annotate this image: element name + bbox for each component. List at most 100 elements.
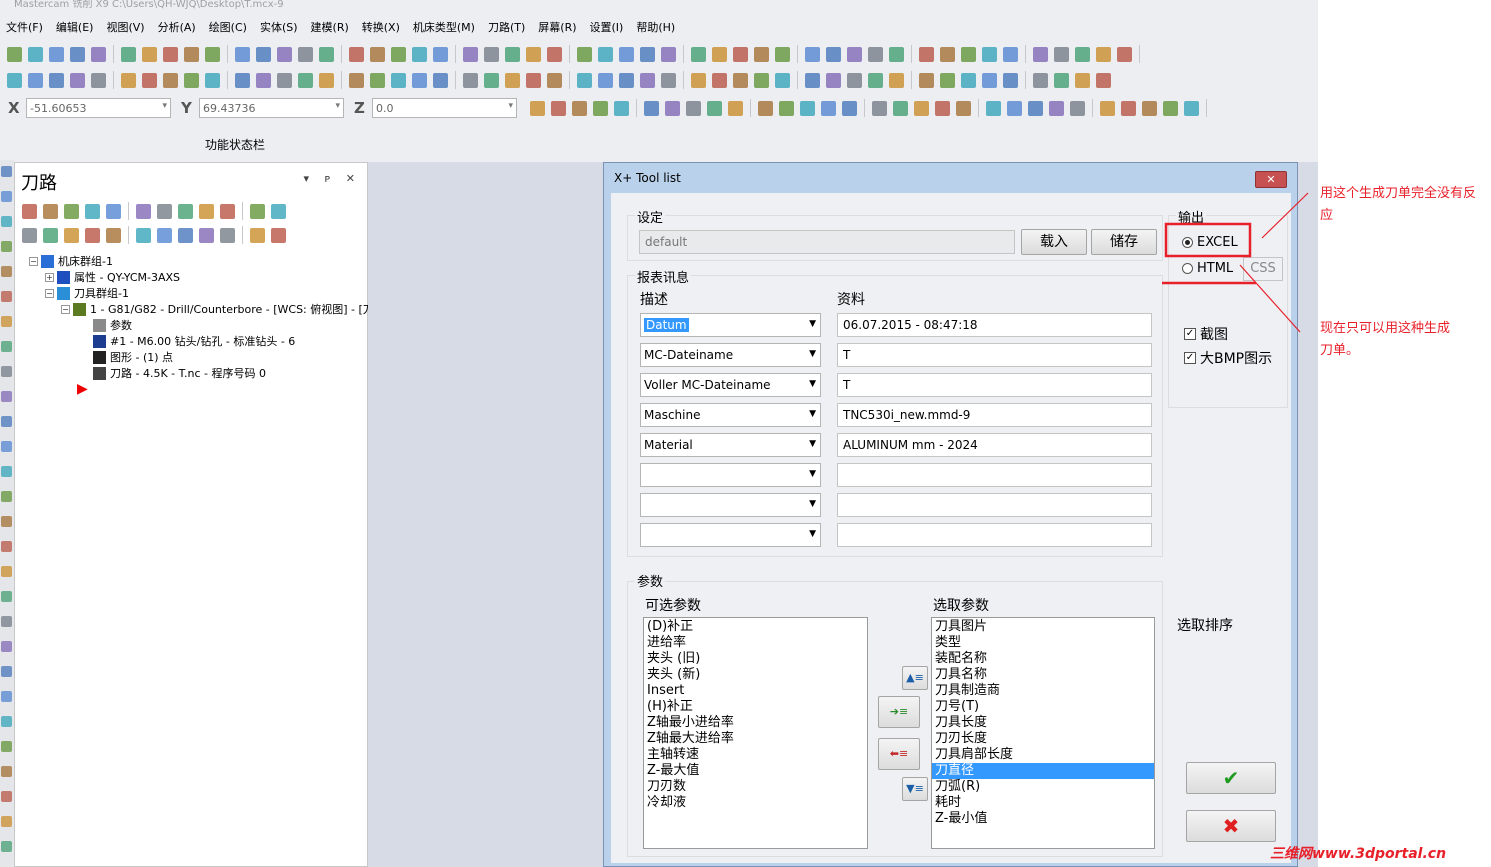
report-desc-combo[interactable]: ▼ — [640, 493, 821, 517]
toolbar-tool-icon[interactable] — [256, 72, 271, 88]
tree-node[interactable]: 图形 - (1) 点 — [93, 349, 173, 365]
list-item[interactable]: (D)补正 — [647, 619, 864, 635]
list-item[interactable]: 刀号(T) — [935, 699, 1151, 715]
left-tool-icon[interactable] — [1, 491, 12, 502]
toolbar-tool-icon[interactable] — [940, 72, 955, 88]
toolbar-tool-icon[interactable] — [178, 227, 193, 243]
toolbar-tool-icon[interactable] — [85, 203, 100, 219]
toolbar-tool-icon[interactable] — [178, 203, 193, 219]
toolbar-tool-icon[interactable] — [686, 100, 701, 116]
list-item[interactable]: 刀具制造商 — [935, 683, 1151, 699]
toolbar-tool-icon[interactable] — [847, 72, 862, 88]
move-down-button[interactable]: ▼≡ — [902, 777, 928, 801]
toolbar-tool-icon[interactable] — [1075, 72, 1090, 88]
list-item[interactable]: 主轴转速 — [647, 747, 864, 763]
left-tool-icon[interactable] — [1, 616, 12, 627]
toolbar-tool-icon[interactable] — [712, 72, 727, 88]
toolbar-tool-icon[interactable] — [821, 100, 836, 116]
toolbar-tool-icon[interactable] — [250, 227, 265, 243]
list-item[interactable]: 刀具长度 — [935, 715, 1151, 731]
toolbar-tool-icon[interactable] — [205, 46, 220, 62]
left-tool-icon[interactable] — [1, 341, 12, 352]
toolbar-tool-icon[interactable] — [800, 100, 815, 116]
report-data-field[interactable]: 06.07.2015 - 08:47:18 — [837, 313, 1152, 337]
tree-node[interactable]: 刀路 - 4.5K - T.nc - 程序号码 0 — [93, 365, 266, 381]
list-item[interactable]: 刀刃长度 — [935, 731, 1151, 747]
toolbar-tool-icon[interactable] — [142, 72, 157, 88]
toolbar-tool-icon[interactable] — [614, 100, 629, 116]
toolbar-tool-icon[interactable] — [106, 203, 121, 219]
toolbar-tool-icon[interactable] — [893, 100, 908, 116]
toolbar-tool-icon[interactable] — [157, 227, 172, 243]
toolbar-tool-icon[interactable] — [199, 227, 214, 243]
toolbar-tool-icon[interactable] — [526, 46, 541, 62]
list-item[interactable]: Insert — [647, 683, 864, 699]
menu-item-6[interactable]: 建模(R) — [311, 19, 349, 35]
toolbar-tool-icon[interactable] — [205, 72, 220, 88]
left-tool-icon[interactable] — [1, 841, 12, 852]
dialog-close-button[interactable]: ✕ — [1255, 171, 1287, 188]
toolbar-tool-icon[interactable] — [775, 72, 790, 88]
report-desc-combo[interactable]: MC-Dateiname ▼ — [640, 343, 821, 367]
report-data-field[interactable]: TNC530i_new.mmd-9 — [837, 403, 1152, 427]
toolbar-tool-icon[interactable] — [712, 46, 727, 62]
toolbar-tool-icon[interactable] — [7, 46, 22, 62]
toolbar-tool-icon[interactable] — [64, 227, 79, 243]
toolbar-tool-icon[interactable] — [572, 100, 587, 116]
toolbar-tool-icon[interactable] — [271, 227, 286, 243]
move-up-button[interactable]: ▲≡ — [902, 666, 928, 690]
toolbar-tool-icon[interactable] — [982, 46, 997, 62]
menu-item-3[interactable]: 分析(A) — [158, 19, 196, 35]
toolbar-tool-icon[interactable] — [826, 46, 841, 62]
toolbar-tool-icon[interactable] — [199, 203, 214, 219]
tree-node[interactable]: #1 - M6.00 钻头/钻孔 - 标准钻头 - 6 — [93, 333, 295, 349]
expand-icon[interactable]: − — [29, 256, 38, 266]
list-item[interactable]: 刀弧(R) — [935, 779, 1151, 795]
toolbar-tool-icon[interactable] — [136, 227, 151, 243]
toolbar-tool-icon[interactable] — [1003, 46, 1018, 62]
toolbar-tool-icon[interactable] — [163, 72, 178, 88]
toolbar-tool-icon[interactable] — [22, 203, 37, 219]
report-desc-combo[interactable]: Datum ▼ — [640, 313, 821, 337]
toolbar-tool-icon[interactable] — [619, 46, 634, 62]
expand-icon[interactable]: − — [61, 304, 70, 314]
tree-node[interactable]: − 刀具群组-1 — [45, 285, 129, 301]
list-item[interactable]: 刀具名称 — [935, 667, 1151, 683]
toolbar-tool-icon[interactable] — [733, 46, 748, 62]
toolbar-tool-icon[interactable] — [754, 46, 769, 62]
toolbar-tool-icon[interactable] — [986, 100, 1001, 116]
toolbar-tool-icon[interactable] — [577, 72, 592, 88]
toolbar-tool-icon[interactable] — [754, 72, 769, 88]
list-item[interactable]: Z-最大值 — [647, 763, 864, 779]
toolbar-tool-icon[interactable] — [805, 46, 820, 62]
list-item[interactable]: 冷却液 — [647, 795, 864, 811]
toolbar-tool-icon[interactable] — [163, 46, 178, 62]
toolbar-tool-icon[interactable] — [961, 72, 976, 88]
tree-node[interactable]: − 机床群组-1 — [29, 253, 113, 269]
list-item[interactable]: 装配名称 — [935, 651, 1151, 667]
toolbar-tool-icon[interactable] — [691, 46, 706, 62]
toolbar-tool-icon[interactable] — [184, 46, 199, 62]
list-item[interactable]: 刀具肩部长度 — [935, 747, 1151, 763]
y-coord-input[interactable]: 69.43736 — [199, 98, 344, 118]
toolbar-tool-icon[interactable] — [250, 203, 265, 219]
toolbar-tool-icon[interactable] — [106, 227, 121, 243]
toolbar-tool-icon[interactable] — [826, 72, 841, 88]
toolbar-tool-icon[interactable] — [220, 227, 235, 243]
toolbar-tool-icon[interactable] — [547, 72, 562, 88]
menu-item-12[interactable]: 帮助(H) — [636, 19, 675, 35]
toolbar-tool-icon[interactable] — [28, 72, 43, 88]
toolbar-tool-icon[interactable] — [842, 100, 857, 116]
z-coord-input[interactable]: 0.0 — [372, 98, 517, 118]
toolbar-tool-icon[interactable] — [433, 72, 448, 88]
tree-node[interactable]: + 属性 - QY-YCM-3AXS — [45, 269, 180, 285]
left-tool-icon[interactable] — [1, 666, 12, 677]
toolbar-tool-icon[interactable] — [1003, 72, 1018, 88]
toolbar-tool-icon[interactable] — [640, 46, 655, 62]
toolbar-tool-icon[interactable] — [640, 72, 655, 88]
toolbar-tool-icon[interactable] — [868, 72, 883, 88]
toolbar-tool-icon[interactable] — [691, 72, 706, 88]
report-desc-combo[interactable]: ▼ — [640, 463, 821, 487]
left-tool-icon[interactable] — [1, 641, 12, 652]
add-param-button[interactable]: ➔≡ — [878, 696, 920, 728]
